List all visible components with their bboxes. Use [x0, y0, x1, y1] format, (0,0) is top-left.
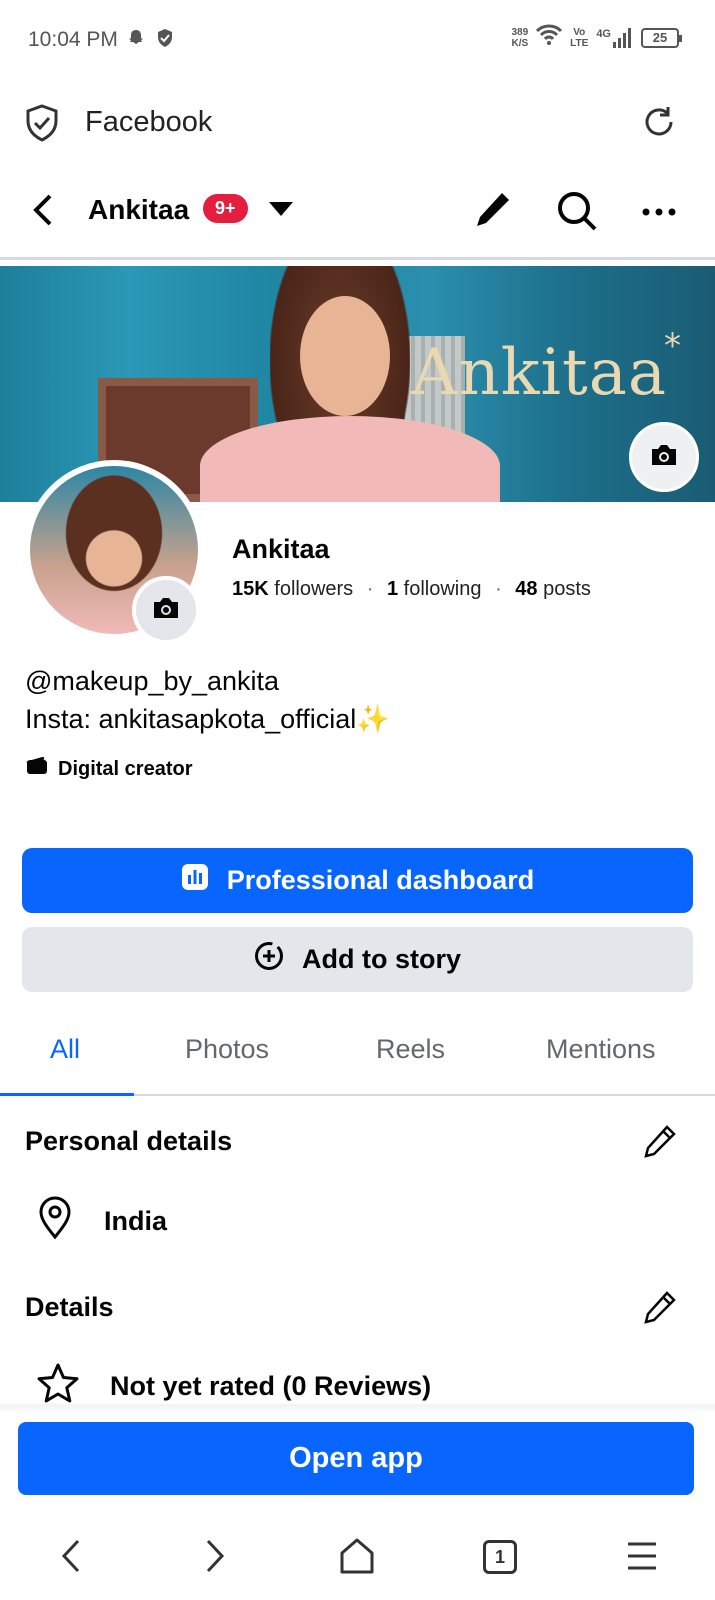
net-speed: 389 K/S: [511, 26, 529, 49]
cover-camera-button[interactable]: [629, 422, 699, 492]
tab-all[interactable]: All: [50, 1034, 80, 1065]
creator-category: Digital creator: [26, 756, 193, 781]
browser-nav-bar: 1: [0, 1520, 715, 1600]
location-pin-icon: [36, 1196, 74, 1247]
wifi-icon: [536, 24, 563, 51]
reload-icon[interactable]: [641, 104, 677, 145]
location-text: India: [104, 1206, 168, 1236]
category-label: Digital creator: [58, 757, 193, 780]
notification-badge[interactable]: 9+: [203, 194, 248, 223]
header-profile-name[interactable]: Ankitaa: [88, 194, 189, 226]
browser-bar: Facebook: [0, 88, 715, 158]
cell-signal-icon: 4G: [596, 27, 633, 48]
add-to-story-button[interactable]: Add to story: [22, 927, 693, 992]
volte-indicator: Vo LTE: [570, 26, 589, 49]
nav-home-icon[interactable]: [338, 1536, 376, 1581]
camera-icon: [649, 442, 679, 473]
status-bar: 10:04 PM 389 K/S Vo LTE 4G 25: [0, 0, 715, 80]
tab-reels[interactable]: Reels: [376, 1034, 445, 1065]
profile-header: Ankitaa 9+: [0, 178, 715, 260]
cover-face: [300, 296, 390, 416]
profile-bio: @makeup_by_ankita Insta: ankitasapkota_o…: [25, 662, 390, 738]
dashboard-label: Professional dashboard: [226, 865, 535, 895]
profile-tabs: All Photos Reels Mentions: [0, 1016, 715, 1096]
avatar-camera-button[interactable]: [132, 576, 200, 644]
bottom-divider: [0, 1404, 715, 1414]
nav-back-icon[interactable]: [58, 1536, 84, 1581]
professional-dashboard-button[interactable]: Professional dashboard: [22, 848, 693, 913]
tab-mentions[interactable]: Mentions: [546, 1034, 656, 1065]
nav-tabs-icon[interactable]: 1: [483, 1540, 517, 1574]
camera-icon: [151, 595, 181, 626]
story-label: Add to story: [302, 944, 461, 974]
edit-pencil-icon[interactable]: [643, 1290, 677, 1329]
caret-down-icon[interactable]: [268, 200, 294, 223]
rating-text: Not yet rated (0 Reviews): [110, 1371, 432, 1401]
edit-pencil-icon[interactable]: [643, 1124, 677, 1163]
clapperboard-icon: [26, 756, 48, 781]
security-shield-icon: [156, 28, 174, 53]
bio-line: Insta: ankitasapkota_official✨: [25, 704, 390, 734]
active-tab-indicator: [0, 1093, 134, 1096]
details-title: Details: [25, 1292, 114, 1322]
stats-separator: ·: [495, 578, 502, 600]
profile-name: Ankitaa: [232, 534, 330, 564]
nav-menu-icon[interactable]: [625, 1536, 659, 1581]
status-time: 10:04 PM: [28, 28, 118, 51]
cover-star: *: [664, 326, 681, 366]
shield-check-icon[interactable]: [24, 104, 60, 147]
battery-icon: 25: [641, 27, 682, 48]
location-row: India: [36, 1196, 167, 1247]
status-indicators: 389 K/S Vo LTE 4G 25: [511, 24, 682, 51]
tab-photos[interactable]: Photos: [185, 1034, 269, 1065]
personal-details-title: Personal details: [25, 1126, 233, 1156]
followers-count[interactable]: 15K: [232, 578, 269, 600]
profile-stats: 15K followers · 1 following · 48 posts: [232, 578, 591, 601]
open-app-button[interactable]: Open app: [18, 1422, 694, 1495]
stats-separator: ·: [366, 578, 374, 600]
followers-label[interactable]: followers: [274, 578, 353, 600]
posts-count: 48: [515, 578, 538, 600]
following-count[interactable]: 1: [387, 578, 398, 600]
following-label[interactable]: following: [404, 578, 482, 600]
nav-forward-icon[interactable]: [202, 1536, 228, 1581]
pencil-icon[interactable]: [474, 190, 512, 235]
back-arrow-icon[interactable]: [30, 190, 56, 235]
cover-title-text: Ankitaa: [411, 336, 667, 410]
add-circle-icon: [254, 941, 284, 978]
dashboard-chart-icon: [181, 863, 209, 898]
posts-label: posts: [543, 578, 591, 600]
browser-title: Facebook: [85, 106, 213, 138]
snapchat-icon: [126, 28, 146, 53]
bio-line: @makeup_by_ankita: [25, 666, 280, 696]
more-options-icon[interactable]: [641, 204, 677, 222]
search-icon[interactable]: [556, 190, 598, 237]
